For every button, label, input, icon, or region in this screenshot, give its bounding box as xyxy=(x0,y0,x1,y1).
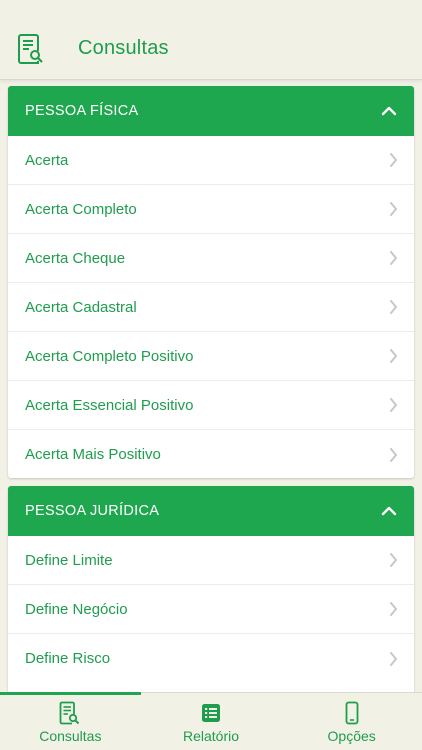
document-search-icon xyxy=(59,701,80,725)
chevron-right-icon xyxy=(390,447,397,462)
top-bar: Consultas xyxy=(0,0,422,80)
section-title: PESSOA FÍSICA xyxy=(25,103,139,119)
tab-label: Consultas xyxy=(39,728,102,744)
chevron-right-icon xyxy=(390,251,397,265)
section-header-pessoa-juridica[interactable]: PESSOA JURÍDICA xyxy=(8,486,414,536)
chevron-right-icon xyxy=(390,300,397,314)
list-item-label: Acerta Essencial Positivo xyxy=(25,396,194,414)
list-item-label: Acerta xyxy=(25,151,69,169)
tab-opcoes[interactable]: Opções xyxy=(281,693,422,750)
list-item-acerta-mais-positivo[interactable]: Acerta Mais Positivo xyxy=(8,430,414,478)
list-item-label: Acerta Mais Positivo xyxy=(25,446,161,463)
list-item-define-negocio[interactable]: Define Negócio xyxy=(8,585,414,634)
document-search-icon xyxy=(18,34,43,64)
bottom-tab-bar: Consultas Relatório Opções xyxy=(0,692,422,750)
section-pessoa-fisica: PESSOA FÍSICA Acerta Acerta Completo Ace… xyxy=(8,86,414,478)
list-item-define-limite[interactable]: Define Limite xyxy=(8,536,414,585)
phone-icon xyxy=(345,701,359,725)
list-item-define-risco[interactable]: Define Risco xyxy=(8,634,414,683)
list-icon xyxy=(202,704,220,722)
list-item-acerta-cheque[interactable]: Acerta Cheque xyxy=(8,234,414,283)
list-item-acerta-completo[interactable]: Acerta Completo xyxy=(8,185,414,234)
consultas-list[interactable]: PESSOA FÍSICA Acerta Acerta Completo Ace… xyxy=(0,80,422,692)
tab-relatorio[interactable]: Relatório xyxy=(141,693,282,750)
chevron-right-icon xyxy=(390,553,397,567)
section-pessoa-juridica: PESSOA JURÍDICA Define Limite Define Neg… xyxy=(8,486,414,692)
chevron-right-icon xyxy=(390,202,397,216)
chevron-right-icon xyxy=(390,349,397,363)
list-item-label: Acerta Completo xyxy=(25,200,137,218)
list-item-label: Define Limite xyxy=(25,551,113,569)
tab-label: Relatório xyxy=(182,728,240,744)
tab-consultas[interactable]: Consultas xyxy=(0,692,141,750)
section-title: PESSOA JURÍDICA xyxy=(25,503,160,519)
list-item-acerta-completo-positivo[interactable]: Acerta Completo Positivo xyxy=(8,332,414,381)
list-item-label: Acerta Completo Positivo xyxy=(25,347,194,365)
tab-label: Opções xyxy=(327,728,376,744)
chevron-right-icon xyxy=(390,398,397,412)
chevron-right-icon xyxy=(390,602,397,616)
list-item-acerta-essencial-positivo[interactable]: Acerta Essencial Positivo xyxy=(8,381,414,430)
list-item-acerta[interactable]: Acerta xyxy=(8,136,414,185)
list-item-acerta-cadastral[interactable]: Acerta Cadastral xyxy=(8,283,414,332)
chevron-up-icon xyxy=(381,106,397,116)
list-item-label: Acerta Cadastral xyxy=(25,298,137,316)
chevron-right-icon xyxy=(390,153,397,167)
page-title: Consultas xyxy=(78,37,169,59)
app-screen: Consultas PESSOA FÍSICA Acerta Acerta Co… xyxy=(0,0,422,750)
list-item-label: Acerta Cheque xyxy=(25,249,126,267)
list-item-label: Define Negócio xyxy=(25,600,128,618)
section-header-pessoa-fisica[interactable]: PESSOA FÍSICA xyxy=(8,86,414,136)
list-item-label: Define Risco xyxy=(25,650,111,667)
chevron-right-icon xyxy=(390,651,397,666)
chevron-up-icon xyxy=(381,506,397,516)
